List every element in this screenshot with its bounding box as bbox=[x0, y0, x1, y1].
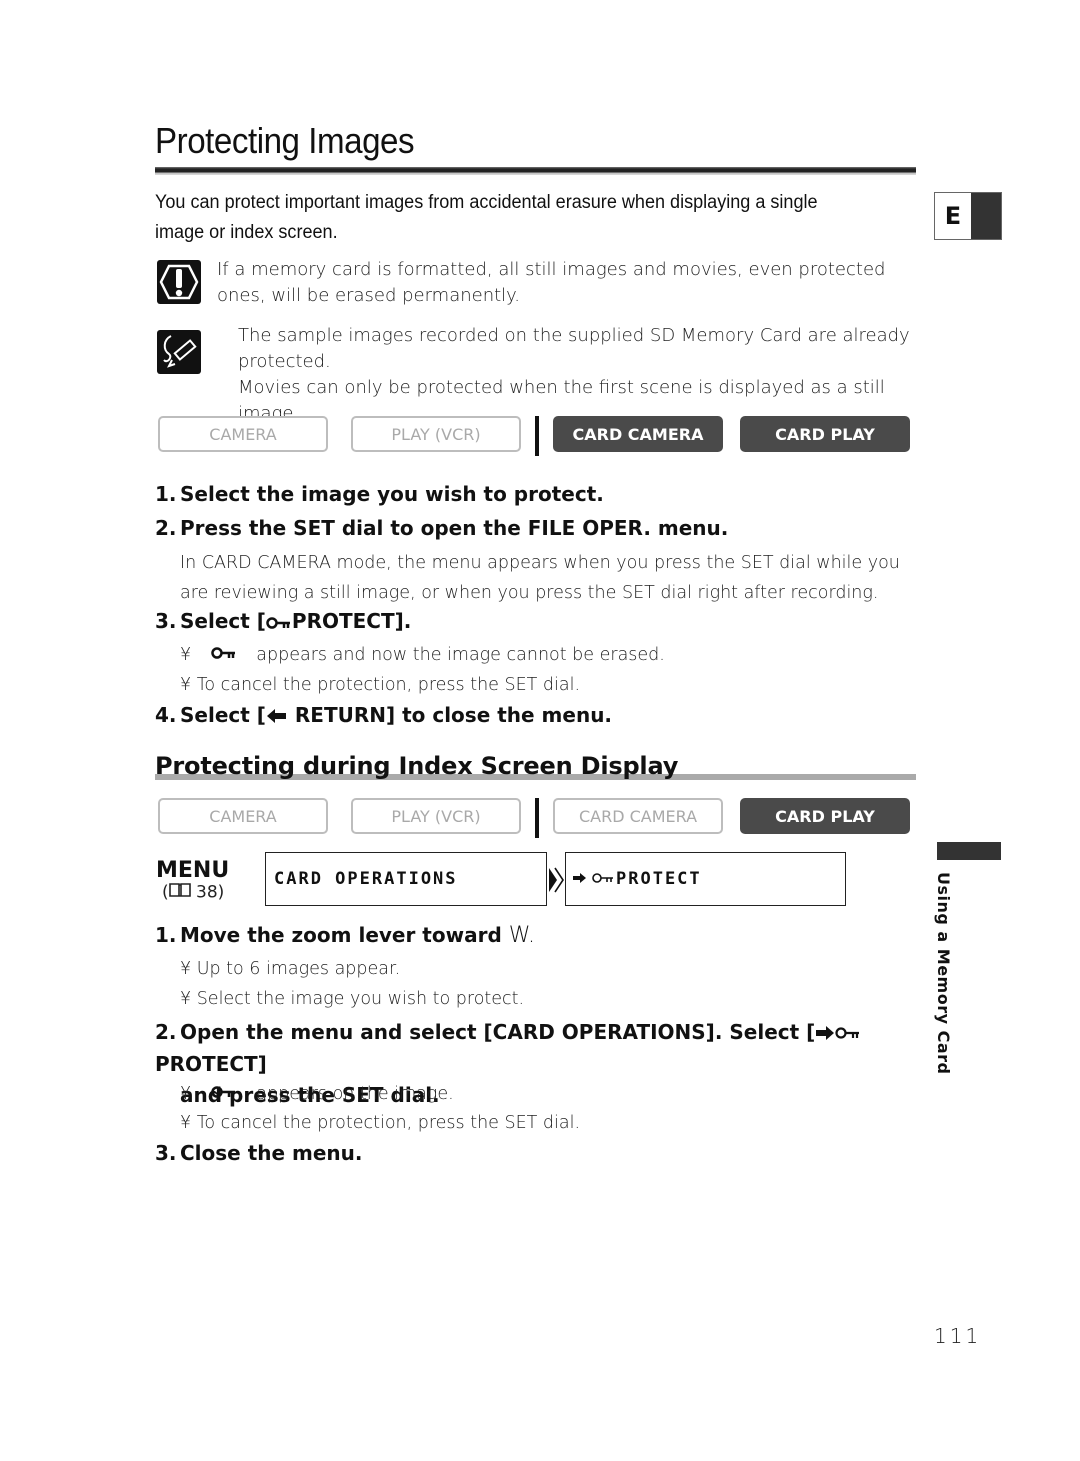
intro-paragraph: You can protect important images from ac… bbox=[155, 192, 818, 243]
memo-notes: The sample images recorded on the suppli… bbox=[238, 323, 928, 427]
memo-pencil-icon bbox=[157, 330, 201, 374]
mode-separator bbox=[535, 798, 539, 838]
mode-card-camera: CARD CAMERA bbox=[553, 416, 723, 452]
warning-text: If a memory card is formatted, all still… bbox=[217, 259, 886, 306]
mode-separator bbox=[535, 416, 539, 456]
menu-item-card-operations: CARD OPERATIONS bbox=[265, 852, 547, 906]
book-icon bbox=[168, 882, 191, 903]
step-1: 1. Select the image you wish to protect. bbox=[155, 482, 604, 506]
protect-key-icon bbox=[592, 869, 614, 889]
title-rule bbox=[155, 167, 916, 175]
mode-play-vcr: PLAY (VCR) bbox=[351, 416, 521, 452]
mode-indicator-index: CAMERA PLAY (VCR) CARD CAMERA CARD PLAY bbox=[158, 798, 911, 838]
memo-note: The sample images recorded on the suppli… bbox=[238, 325, 910, 372]
step-4: 4. Select [ RETURN] to close the menu. bbox=[155, 703, 613, 729]
index-step-1-bullet-2: ¥ Select the image you wish to protect. bbox=[180, 989, 525, 1009]
section-tab-marker bbox=[937, 842, 1001, 860]
step-2-detail: In CARD CAMERA mode, the menu appears wh… bbox=[180, 553, 900, 603]
index-step-1: 1. Move the zoom lever toward W. bbox=[155, 923, 535, 948]
return-arrow-icon bbox=[266, 705, 288, 729]
mode-card-camera: CARD CAMERA bbox=[553, 798, 723, 834]
language-tab-letter: E bbox=[935, 193, 971, 239]
section-heading: Protecting during Index Screen Display bbox=[155, 752, 679, 780]
language-tab-marker bbox=[971, 193, 1001, 239]
mode-play-vcr: PLAY (VCR) bbox=[351, 798, 521, 834]
index-step-2-bullet-2: ¥ To cancel the protection, press the SE… bbox=[180, 1113, 581, 1133]
mode-camera: CAMERA bbox=[158, 416, 328, 452]
step-3-bullet-1: ¥ appears and now the image cannot be er… bbox=[180, 645, 665, 665]
menu-item-protect: PROTECT bbox=[565, 852, 846, 906]
language-tab: E bbox=[934, 192, 1002, 240]
menu-page-reference: ( 38) bbox=[162, 882, 225, 903]
protect-key-icon bbox=[266, 611, 292, 635]
double-chevron-right-icon bbox=[547, 866, 565, 894]
page-number: 111 bbox=[934, 1324, 982, 1348]
protect-key-icon bbox=[210, 645, 237, 665]
mode-card-play: CARD PLAY bbox=[740, 416, 910, 452]
index-step-1-bullet-1: ¥ Up to 6 images appear. bbox=[180, 959, 401, 979]
index-step-2-bullet-1: ¥ appears on the image. bbox=[180, 1084, 454, 1104]
section-tab-label: Using a Memory Card bbox=[934, 872, 953, 1075]
warning-icon bbox=[157, 260, 201, 304]
mode-camera: CAMERA bbox=[158, 798, 328, 834]
mode-card-play: CARD PLAY bbox=[740, 798, 910, 834]
page-title: Protecting Images bbox=[155, 120, 415, 161]
right-arrow-icon bbox=[572, 869, 588, 889]
protect-key-icon bbox=[835, 1018, 861, 1049]
protect-key-icon bbox=[210, 1084, 237, 1104]
step-2: 2. Press the SET dial to open the FILE OP… bbox=[155, 516, 729, 540]
step-3: 3. Select [PROTECT]. bbox=[155, 609, 412, 635]
right-arrow-icon bbox=[815, 1018, 835, 1049]
mode-indicator-single: CAMERA PLAY (VCR) CARD CAMERA CARD PLAY bbox=[158, 416, 911, 456]
menu-label: MENU bbox=[156, 858, 230, 883]
index-step-3: 3. Close the menu. bbox=[155, 1141, 363, 1165]
step-3-bullet-2: ¥ To cancel the protection, press the SE… bbox=[180, 675, 581, 695]
